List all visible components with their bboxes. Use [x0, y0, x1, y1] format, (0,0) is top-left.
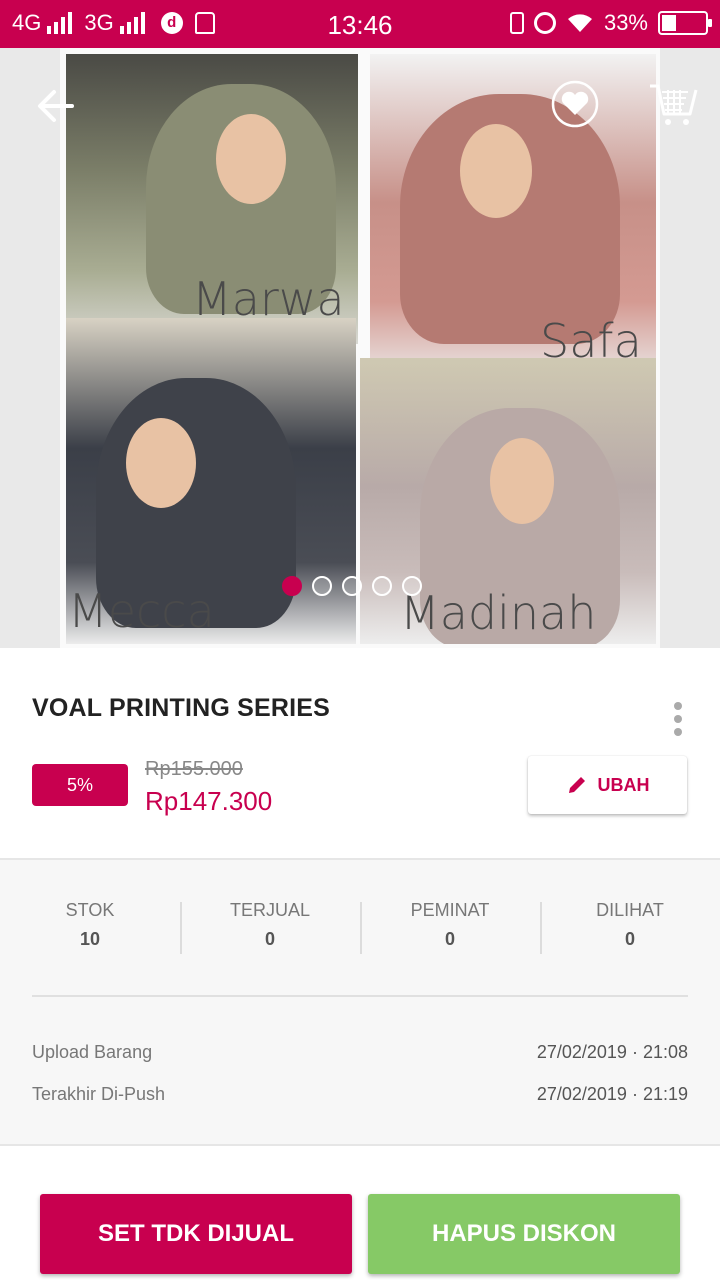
product-collage-image: Marwa Safa Mecca Madinah	[60, 48, 660, 648]
divider	[32, 995, 688, 997]
set-not-for-sale-button[interactable]: SET TDK DIJUAL	[40, 1194, 352, 1274]
remove-discount-button[interactable]: HAPUS DISKON	[368, 1194, 680, 1274]
caption-madinah: Madinah	[400, 586, 597, 640]
stat-sold: TERJUAL 0	[180, 900, 360, 960]
collage-tile-madinah: Madinah	[360, 358, 656, 644]
battery-percent: 33%	[603, 10, 648, 35]
last-push-value: 27/02/2019 · 21:19	[536, 1084, 688, 1104]
discounted-price: Rp147.300	[145, 786, 273, 816]
vibrate-icon	[509, 12, 524, 34]
upload-label: Upload Barang	[32, 1042, 153, 1062]
stat-value: 0	[264, 929, 275, 949]
upload-value: 27/02/2019 · 21:08	[536, 1042, 688, 1062]
status-bar: 4G 3G d 13:46 33%	[0, 0, 720, 48]
original-price: Rp155.000	[145, 758, 243, 780]
carousel-dot[interactable]	[312, 576, 332, 596]
upload-date-row: Upload Barang 27/02/2019 · 21:08	[32, 1042, 688, 1063]
stat-value: 10	[79, 929, 101, 949]
alarm-icon	[533, 12, 556, 34]
collage-tile-safa: Safa	[370, 54, 656, 384]
stat-label: TERJUAL	[229, 900, 310, 920]
pencil-icon	[568, 777, 585, 793]
edit-button[interactable]: UBAH	[528, 756, 687, 814]
carousel-dot[interactable]	[342, 576, 362, 596]
battery-icon	[658, 11, 712, 35]
back-arrow-icon[interactable]	[36, 86, 76, 126]
product-title: VOAL PRINTING SERIES	[32, 694, 331, 722]
stat-viewed: DILIHAT 0	[540, 900, 720, 960]
stats-row: STOK 10 TERJUAL 0 PEMINAT 0 DILIHAT 0	[0, 900, 720, 960]
collage-tile-marwa: Marwa	[66, 54, 358, 344]
favorite-heart-icon[interactable]	[551, 80, 599, 128]
stat-value: 0	[444, 929, 455, 949]
carousel-dot[interactable]	[402, 576, 422, 596]
discount-badge: 5%	[32, 764, 128, 806]
last-push-label: Terakhir Di-Push	[32, 1084, 166, 1104]
last-push-row: Terakhir Di-Push 27/02/2019 · 21:19	[32, 1084, 688, 1105]
more-options-icon[interactable]	[672, 702, 684, 738]
stat-value: 0	[624, 929, 635, 949]
stat-interested: PEMINAT 0	[360, 900, 540, 960]
carousel-dot[interactable]	[372, 576, 392, 596]
stat-label: PEMINAT	[410, 900, 490, 920]
stat-label: DILIHAT	[596, 900, 664, 920]
product-stats-section: STOK 10 TERJUAL 0 PEMINAT 0 DILIHAT 0 Up…	[0, 858, 720, 1146]
cart-icon[interactable]	[648, 80, 698, 128]
product-info: VOAL PRINTING SERIES 5% Rp155.000 Rp147.…	[0, 648, 720, 858]
caption-mecca: Mecca	[68, 584, 215, 638]
carousel-indicator	[282, 576, 422, 596]
wifi-icon	[567, 14, 592, 32]
stat-label: STOK	[65, 900, 115, 920]
carousel-dot[interactable]	[282, 576, 302, 596]
product-image-carousel[interactable]: Marwa Safa Mecca Madinah	[0, 48, 720, 648]
stat-stock: STOK 10	[0, 900, 180, 960]
edit-button-label: UBAH	[597, 774, 650, 795]
